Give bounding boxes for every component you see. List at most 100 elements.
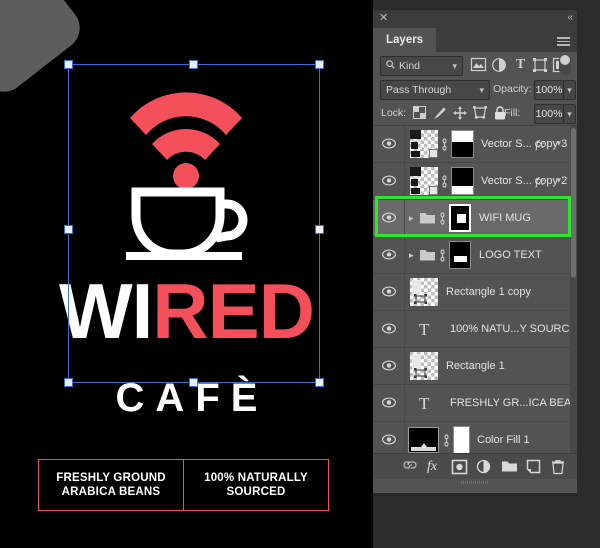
transform-handle-middle-left[interactable] <box>64 225 73 234</box>
layer-fx-chevron-down-icon[interactable]: ▾ <box>556 175 561 186</box>
layer-name: LOGO TEXT <box>479 249 542 261</box>
layer-mask-thumbnail[interactable] <box>451 130 474 158</box>
link-layers-icon[interactable] <box>402 460 417 474</box>
layer-mask-thumbnail[interactable] <box>451 167 474 195</box>
close-icon[interactable]: ✕ <box>379 13 390 24</box>
link-icon <box>439 212 446 225</box>
transform-handle-top-center[interactable] <box>189 60 198 69</box>
transform-handle-top-right[interactable] <box>315 60 324 69</box>
layer-visibility-eye-icon[interactable] <box>382 323 396 335</box>
tab-layers[interactable]: Layers <box>373 28 437 52</box>
layer-thumbnail[interactable] <box>410 130 438 158</box>
layer-row[interactable]: Rectangle 1 <box>373 348 570 385</box>
collapse-panel-icon[interactable]: « <box>567 12 572 23</box>
lock-artboard-icon[interactable] <box>473 106 487 120</box>
layer-row[interactable]: Color Fill 1 <box>373 422 570 453</box>
link-icon <box>443 434 450 447</box>
layer-thumbnail[interactable] <box>410 278 438 306</box>
layer-list[interactable]: Vector S... copy 3 fx ▾ Vector S... copy 2f… <box>373 126 570 453</box>
layer-visibility-eye-icon[interactable] <box>382 249 396 261</box>
expand-group-chevron-right-icon[interactable]: ▸ <box>409 213 417 224</box>
opacity-input[interactable]: 100% <box>534 80 564 100</box>
fill-label: Fill: <box>504 107 521 119</box>
blend-mode-select[interactable]: Pass Through ▾ <box>380 80 490 100</box>
layer-row[interactable]: T FRESHLY GR...ICA BEANS <box>373 385 570 422</box>
adjustment-filter-icon[interactable] <box>492 58 507 73</box>
panel-title-bar: ✕ « <box>373 10 577 28</box>
divider <box>404 237 405 273</box>
panel-resize-grip[interactable] <box>461 481 489 484</box>
layer-visibility-eye-icon[interactable] <box>382 434 396 446</box>
new-group-icon[interactable] <box>502 460 517 474</box>
layer-row[interactable]: Vector S... copy 3 fx ▾ <box>373 126 570 163</box>
layer-visibility-eye-icon[interactable] <box>382 360 396 372</box>
divider <box>404 348 405 384</box>
type-layer-icon[interactable]: T <box>419 320 429 340</box>
layer-visibility-eye-icon[interactable] <box>382 286 396 298</box>
layer-thumbnail[interactable] <box>408 427 439 453</box>
badge-left-line2: ARABICA BEANS <box>61 486 161 498</box>
divider <box>404 126 405 162</box>
blend-opacity-row: Pass Through ▾ Opacity: 100% ▾ <box>373 78 577 101</box>
wordmark-white-part: WI <box>59 267 153 355</box>
type-filter-icon[interactable]: T <box>513 58 528 73</box>
transform-handle-middle-right[interactable] <box>315 225 324 234</box>
type-layer-icon[interactable]: T <box>419 394 429 414</box>
wordmark-red-part: RED <box>152 267 315 355</box>
opacity-chevron-down-icon[interactable]: ▾ <box>563 80 576 100</box>
panel-menu-icon[interactable] <box>557 37 570 48</box>
layer-name: Color Fill 1 <box>477 434 530 446</box>
divider <box>404 274 405 310</box>
pixel-filter-icon[interactable] <box>470 57 487 73</box>
badge-right-line2: SOURCED <box>226 486 286 498</box>
chevron-down-icon[interactable]: ▾ <box>452 61 457 72</box>
layer-name: Rectangle 1 <box>446 360 505 372</box>
add-layer-mask-icon[interactable] <box>451 459 468 475</box>
tagline-badges: FRESHLY GROUND ARABICA BEANS 100% NATURA… <box>38 459 329 511</box>
wifi-signal-icon <box>126 88 246 189</box>
divider <box>404 163 405 199</box>
fill-input[interactable]: 100% <box>534 104 564 124</box>
lock-position-icon[interactable] <box>453 106 467 120</box>
layer-fx-badge[interactable]: fx <box>535 174 544 189</box>
layer-fx-chevron-down-icon[interactable]: ▾ <box>556 138 561 149</box>
chevron-down-icon[interactable]: ▾ <box>479 85 484 96</box>
layer-mask-thumbnail[interactable] <box>453 426 470 453</box>
expand-group-chevron-right-icon[interactable]: ▸ <box>409 250 417 261</box>
layers-panel: ✕ « Layers Kind ▾ T Pass Through ▾ Opaci… <box>373 10 577 493</box>
layers-scrollbar-thumb[interactable] <box>571 128 576 278</box>
layer-row[interactable]: ▸ LOGO TEXT <box>373 237 570 274</box>
filter-kind-select[interactable]: Kind ▾ <box>380 56 463 76</box>
layer-thumbnail[interactable] <box>410 352 438 380</box>
delete-layer-icon[interactable] <box>552 460 564 475</box>
fill-chevron-down-icon[interactable]: ▾ <box>563 104 576 124</box>
document-canvas[interactable]: WIRED CAFÈ FRESHLY GROUND ARABICA BEANS … <box>0 0 373 548</box>
layers-scrollbar[interactable] <box>570 126 577 453</box>
layer-visibility-eye-icon[interactable] <box>382 138 396 150</box>
layer-row[interactable]: ▸ WIFI MUG <box>373 200 570 237</box>
layer-thumbnail[interactable] <box>410 167 438 195</box>
lock-image-pixels-icon[interactable] <box>433 106 447 120</box>
filter-enable-toggle[interactable] <box>559 54 571 75</box>
layer-fx-badge[interactable]: fx <box>535 137 544 152</box>
badge-right-line1: 100% NATURALLY <box>204 472 308 484</box>
layer-row[interactable]: Rectangle 1 copy <box>373 274 570 311</box>
layer-visibility-eye-icon[interactable] <box>382 212 396 224</box>
new-layer-icon[interactable] <box>526 459 541 474</box>
layer-visibility-eye-icon[interactable] <box>382 175 396 187</box>
transform-handle-top-left[interactable] <box>64 60 73 69</box>
add-layer-style-fx-icon[interactable]: fx <box>427 460 441 474</box>
layer-name: 100% NATU...Y SOURCED <box>450 323 570 335</box>
search-icon <box>386 60 395 72</box>
layer-row[interactable]: T 100% NATU...Y SOURCED <box>373 311 570 348</box>
new-adjustment-layer-icon[interactable] <box>476 459 491 474</box>
shape-filter-icon[interactable] <box>533 58 548 73</box>
layer-mask-thumbnail[interactable] <box>449 204 471 232</box>
layer-row[interactable]: Vector S... copy 2 fx ▾ <box>373 163 570 200</box>
tab-layers-label: Layers <box>386 34 424 46</box>
layer-mask-thumbnail[interactable] <box>449 241 471 269</box>
panel-footer <box>373 479 577 487</box>
layer-visibility-eye-icon[interactable] <box>382 397 396 409</box>
lock-transparent-pixels-icon[interactable] <box>413 106 427 120</box>
layer-name: Rectangle 1 copy <box>446 286 531 298</box>
